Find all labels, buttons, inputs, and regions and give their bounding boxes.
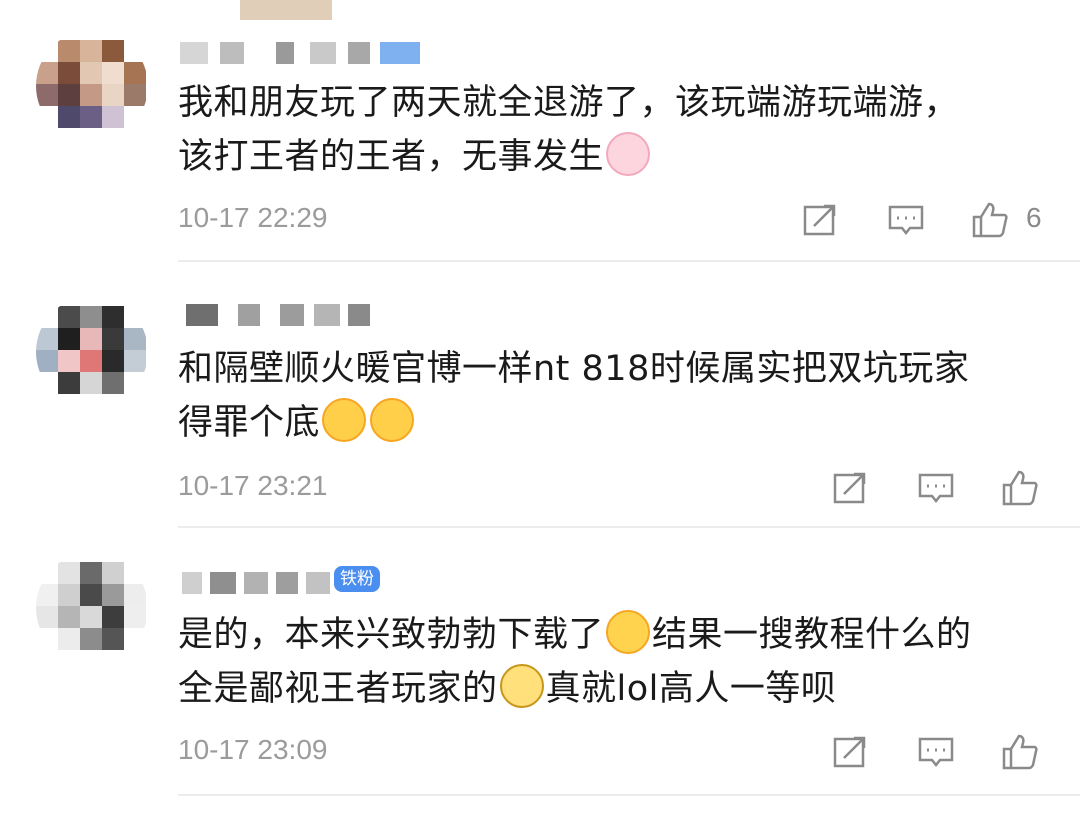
comment-text: 和隔壁顺火暖官博一样nt 818时候属实把双坑玩家 得罪个底	[178, 342, 1058, 450]
comment-time: 10-17 22:29	[178, 202, 328, 233]
bunny-emoji-icon	[606, 132, 651, 176]
share-button[interactable]	[830, 468, 870, 508]
comment-text: 我和朋友玩了两天就全退游了，该玩端游玩端游， 该打王者的王者，无事发生	[178, 76, 1058, 184]
thumbs-up-icon	[972, 202, 1008, 238]
thumbs-up-icon	[1002, 470, 1038, 506]
avatar[interactable]	[36, 552, 148, 664]
comment-actions	[830, 732, 1060, 776]
comment-line: 该打王者的王者，无事发生	[178, 130, 1058, 184]
comment-line: 全是鄙视王者玩家的 真就lol高人一等呗	[178, 662, 1058, 716]
comment-item: 和隔壁顺火暖官博一样nt 818时候属实把双坑玩家 得罪个底 10-17 23:…	[0, 262, 1080, 528]
comment-icon	[918, 737, 954, 768]
glasses-emoji-icon	[499, 664, 544, 708]
yum-emoji-icon	[370, 398, 415, 442]
share-button[interactable]	[800, 200, 840, 240]
comment-line: 是的，本来兴致勃勃下载了 结果一搜教程什么的	[178, 608, 1058, 662]
reply-button[interactable]	[916, 732, 956, 772]
comment-line: 我和朋友玩了两天就全退游了，该玩端游玩端游，	[178, 83, 960, 123]
share-icon	[833, 736, 866, 768]
comment-line-text: 结果一搜教程什么的	[652, 615, 972, 655]
like-button[interactable]	[1000, 732, 1040, 772]
like-count: 6	[1026, 202, 1042, 233]
comment-line-text: 得罪个底	[178, 403, 321, 443]
comment-item: 我和朋友玩了两天就全退游了，该玩端游玩端游， 该打王者的王者，无事发生 10-1…	[0, 0, 1080, 262]
laugh-cry-emoji-icon	[606, 610, 651, 654]
share-icon	[833, 472, 866, 504]
avatar[interactable]	[36, 296, 148, 408]
comment-time: 10-17 23:21	[178, 470, 328, 501]
yum-emoji-icon	[322, 398, 367, 442]
like-button[interactable]	[1000, 468, 1040, 508]
comment-text: 是的，本来兴致勃勃下载了 结果一搜教程什么的 全是鄙视王者玩家的 真就lol高人一等…	[178, 608, 1058, 716]
username-blurred[interactable]	[180, 34, 420, 70]
share-button[interactable]	[830, 732, 870, 772]
comment-line-text: 真就lol高人一等呗	[545, 669, 837, 709]
comment-actions: 6	[800, 200, 1060, 244]
username-blurred[interactable]: 铁粉	[180, 564, 420, 600]
comment-time: 10-17 23:09	[178, 734, 328, 765]
divider	[178, 794, 1080, 796]
comment-item: 铁粉 是的，本来兴致勃勃下载了 结果一搜教程什么的 全是鄙视王者玩家的 真就lol高…	[0, 528, 1080, 818]
comment-line-text: 该打王者的王者，无事发生	[178, 137, 605, 177]
username-blurred[interactable]	[180, 296, 420, 332]
fan-badge[interactable]: 铁粉	[334, 566, 380, 592]
comment-line: 和隔壁顺火暖官博一样nt 818时候属实把双坑玩家	[178, 349, 970, 389]
avatar[interactable]	[36, 30, 148, 142]
reply-button[interactable]	[886, 200, 926, 240]
comment-line-text: 是的，本来兴致勃勃下载了	[178, 615, 605, 655]
comment-line-text: 全是鄙视王者玩家的	[178, 669, 498, 709]
like-button[interactable]	[970, 200, 1010, 240]
comment-icon	[918, 473, 954, 504]
comment-actions	[830, 468, 1060, 512]
comment-icon	[888, 205, 924, 236]
thumbs-up-icon	[1002, 734, 1038, 770]
comment-line: 得罪个底	[178, 396, 1058, 450]
reply-button[interactable]	[916, 468, 956, 508]
share-icon	[803, 204, 836, 236]
